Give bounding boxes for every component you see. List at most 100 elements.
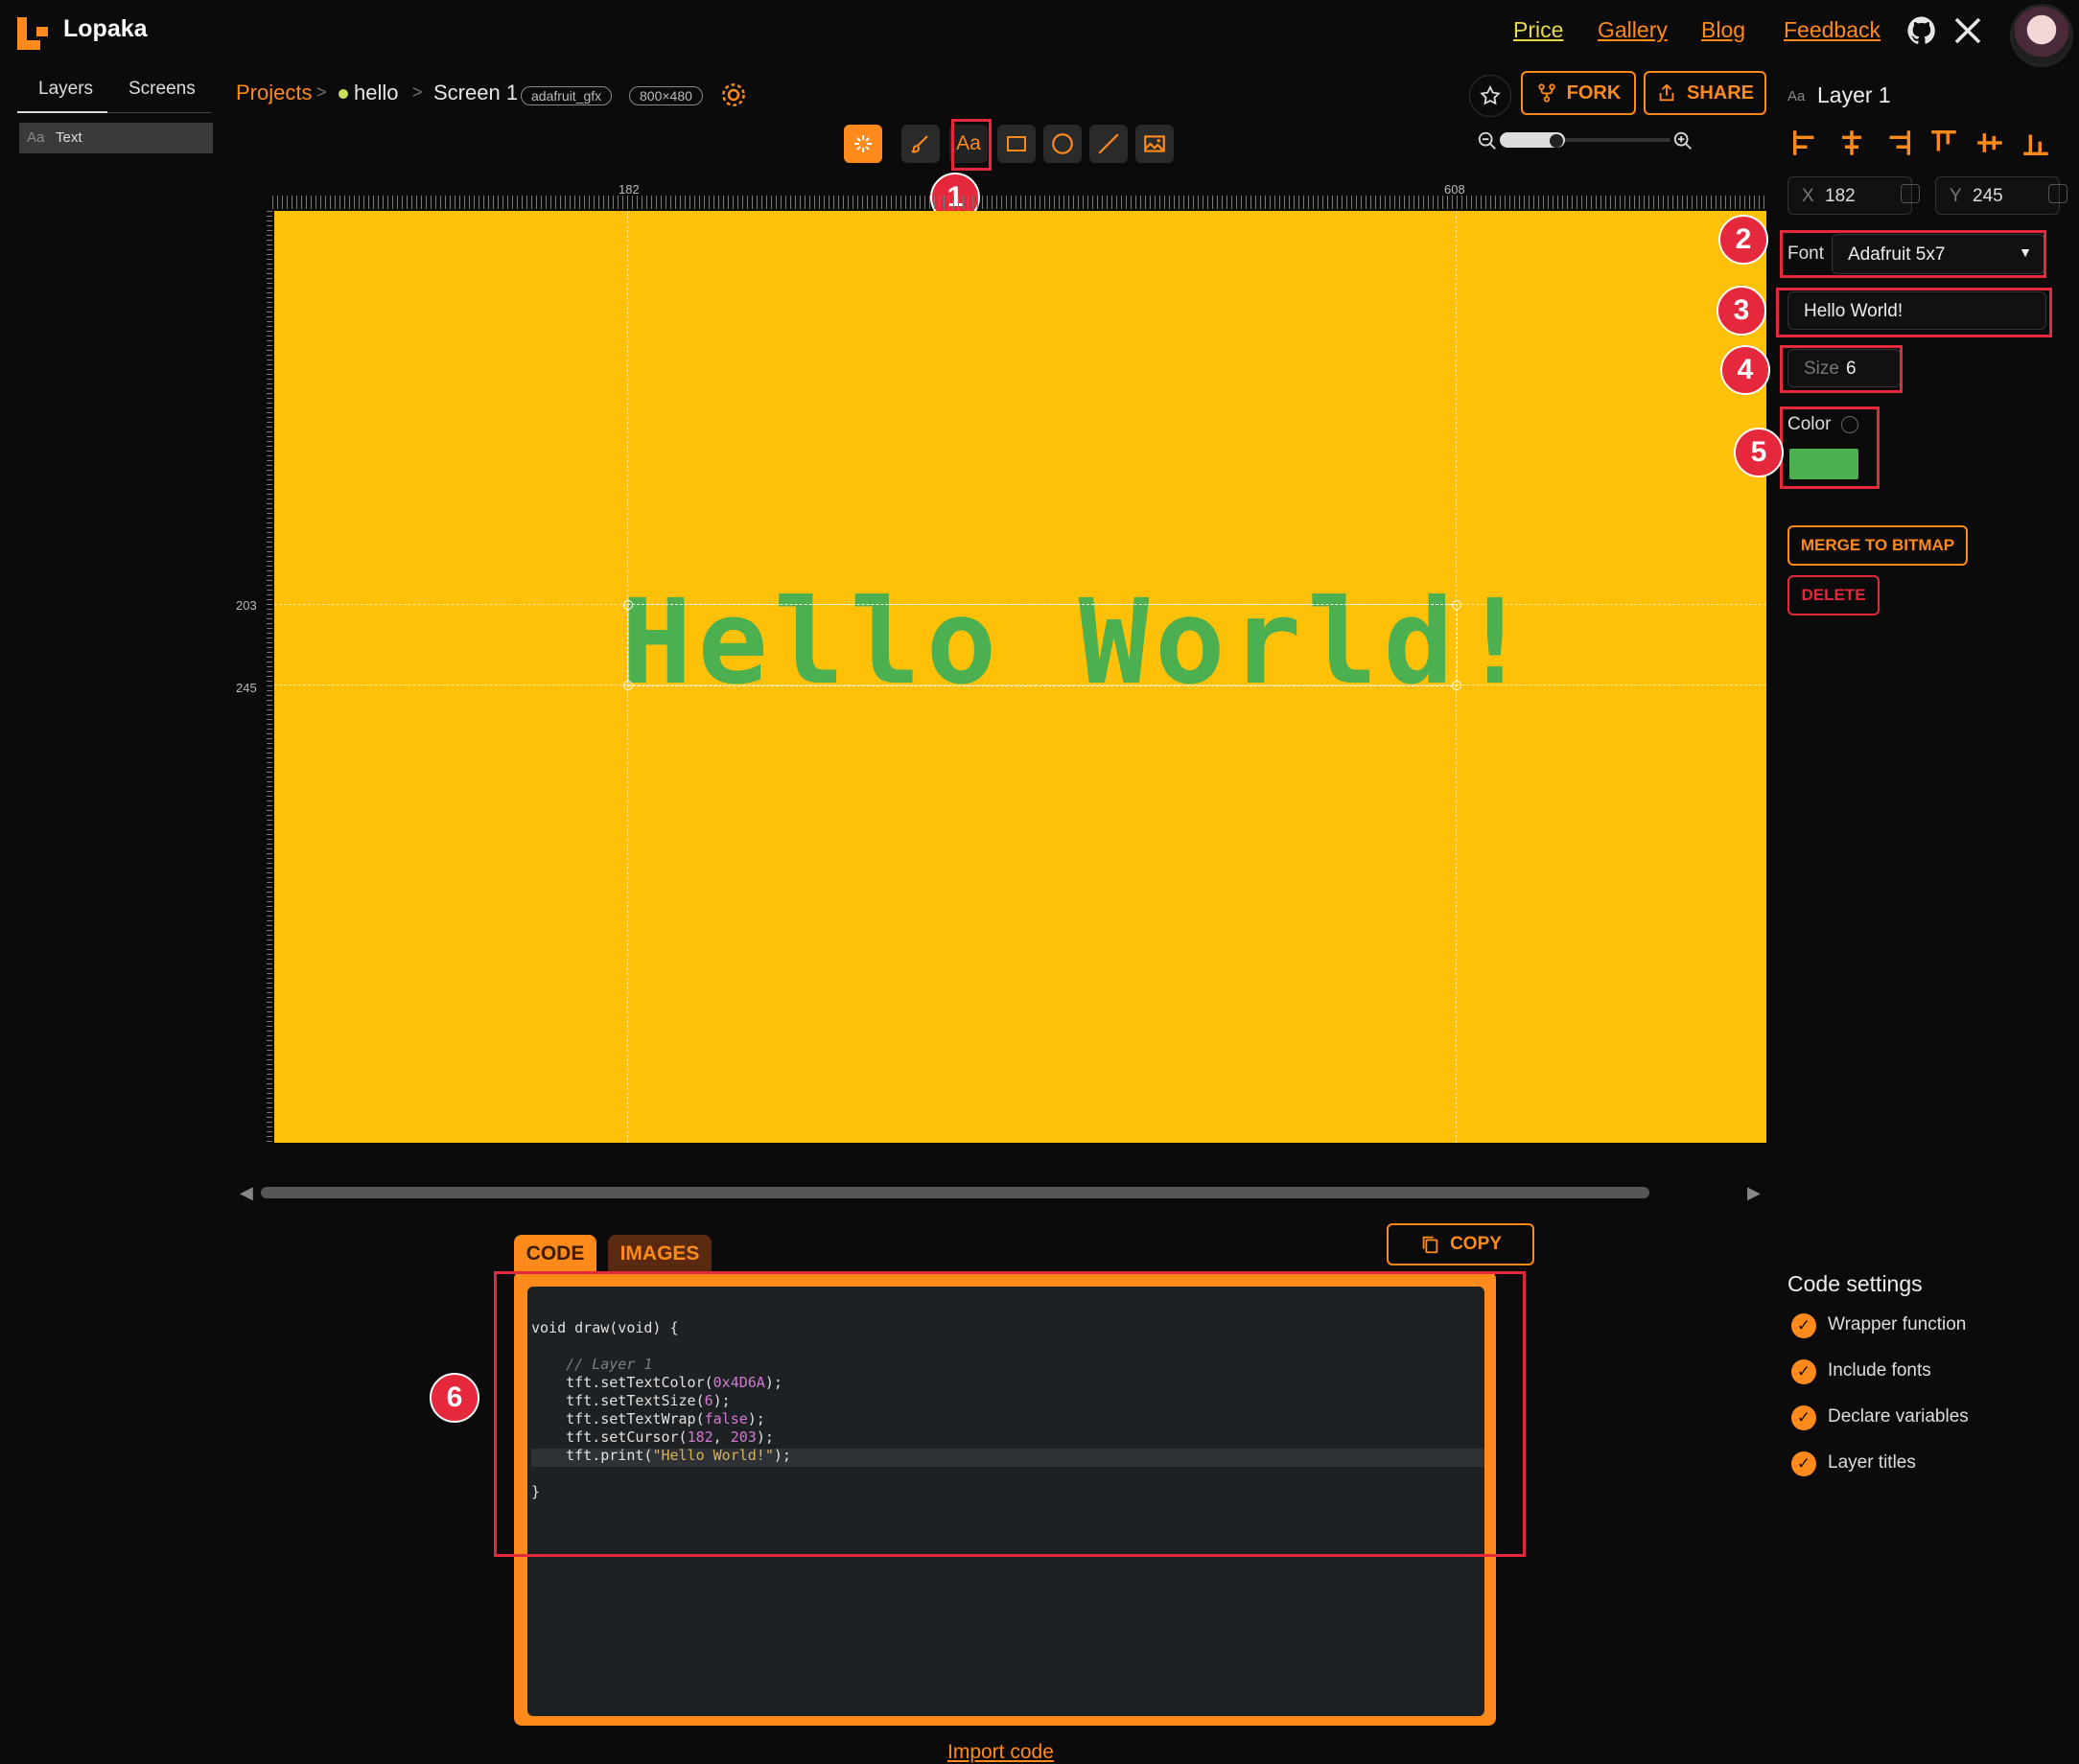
tab-layers[interactable]: Layers [38, 79, 93, 100]
annotation-badge-5: 5 [1734, 428, 1784, 477]
breadcrumb-separator: > [316, 82, 327, 102]
resize-handle[interactable] [623, 681, 633, 690]
active-tab-indicator [17, 111, 107, 113]
align-bottom-icon[interactable] [2020, 127, 2052, 159]
annotation-box-2 [1780, 230, 2046, 278]
declare-variables-checkbox[interactable]: ✓ [1791, 1405, 1816, 1430]
delete-label: DELETE [1801, 586, 1866, 604]
resolution-badge: 800×480 [629, 86, 703, 105]
resize-handle[interactable] [1452, 600, 1461, 610]
fork-button[interactable]: FORK [1521, 71, 1636, 115]
app-name: Lopaka [63, 15, 148, 42]
breadcrumb-separator: > [412, 82, 423, 102]
zoom-in-icon[interactable] [1672, 130, 1694, 151]
y-label: Y [1950, 186, 1962, 206]
star-button[interactable] [1469, 75, 1511, 117]
x-position-field[interactable]: X 182 [1787, 176, 1912, 215]
layer-titles-label: Layer titles [1828, 1452, 1916, 1473]
sparkle-cursor-icon [854, 135, 872, 152]
annotation-box-3 [1776, 288, 2052, 337]
merge-label: MERGE TO BITMAP [1800, 536, 1955, 554]
nav-gallery-link[interactable]: Gallery [1598, 17, 1668, 43]
line-tool-button[interactable] [1089, 125, 1128, 163]
copy-icon [1422, 1236, 1438, 1254]
include-fonts-checkbox[interactable]: ✓ [1791, 1359, 1816, 1384]
y-position-field[interactable]: Y 245 [1935, 176, 2060, 215]
brush-tool-button[interactable] [901, 125, 940, 163]
breadcrumb-projects[interactable]: Projects [236, 81, 312, 105]
share-button[interactable]: SHARE [1644, 71, 1766, 115]
align-center-horizontal-icon[interactable] [1835, 127, 1868, 159]
x-value: 182 [1825, 186, 1856, 206]
nav-price-link[interactable]: Price [1513, 17, 1563, 43]
layer-name: Text [56, 129, 82, 146]
annotation-badge-4: 4 [1720, 345, 1770, 395]
import-code-link[interactable]: Import code [947, 1741, 1054, 1764]
scroll-right-icon[interactable]: ▶ [1747, 1183, 1761, 1203]
select-tool-button[interactable] [844, 125, 882, 163]
align-left-icon[interactable] [1789, 127, 1822, 159]
github-icon[interactable] [1906, 15, 1937, 46]
y-link-icon[interactable] [2048, 184, 2067, 203]
ruler-y-bottom: 245 [236, 681, 257, 695]
annotation-box-4 [1780, 345, 1903, 393]
breadcrumb-project[interactable]: hello [354, 81, 398, 105]
tab-code[interactable]: CODE [514, 1235, 596, 1273]
image-tool-button[interactable] [1135, 125, 1174, 163]
copy-button[interactable]: COPY [1387, 1223, 1534, 1265]
share-icon [1659, 83, 1674, 102]
zoom-out-icon[interactable] [1477, 130, 1498, 151]
annotation-badge-2: 2 [1718, 215, 1768, 265]
wrapper-function-checkbox[interactable]: ✓ [1791, 1313, 1816, 1338]
align-top-icon[interactable] [1927, 127, 1960, 159]
declare-variables-label: Declare variables [1828, 1406, 1969, 1427]
horizontal-ruler [272, 196, 1766, 209]
annotation-box-6 [494, 1271, 1526, 1557]
scroll-left-icon[interactable]: ◀ [240, 1183, 253, 1203]
image-icon [1144, 135, 1165, 152]
annotation-box-1 [951, 119, 992, 171]
wrapper-function-label: Wrapper function [1828, 1314, 1967, 1335]
circle-icon [1052, 133, 1073, 154]
delete-button[interactable]: DELETE [1787, 575, 1880, 615]
resize-handle[interactable] [623, 600, 633, 610]
circle-tool-button[interactable] [1043, 125, 1082, 163]
fork-icon [1537, 83, 1555, 103]
lopaka-logo-icon [17, 17, 48, 50]
ruler-y-top: 203 [236, 598, 257, 613]
zoom-slider-handle[interactable] [1550, 134, 1563, 148]
vertical-ruler [267, 211, 272, 1143]
tab-images[interactable]: IMAGES [608, 1235, 712, 1273]
brush-icon [911, 135, 928, 153]
layer-list-item[interactable]: Aa Text [19, 123, 213, 153]
align-center-vertical-icon[interactable] [1974, 127, 2006, 159]
layer-titles-checkbox[interactable]: ✓ [1791, 1451, 1816, 1476]
settings-gear-icon[interactable] [719, 81, 748, 109]
code-settings-title: Code settings [1787, 1271, 1923, 1296]
ruler-x-end: 608 [1444, 182, 1465, 197]
align-right-icon[interactable] [1881, 127, 1914, 159]
project-status-dot [339, 89, 348, 99]
rectangle-icon [1007, 136, 1026, 151]
resize-handle[interactable] [1452, 681, 1461, 690]
merge-to-bitmap-button[interactable]: MERGE TO BITMAP [1787, 525, 1968, 566]
layer-type-icon: Aa [1787, 88, 1806, 104]
copy-label: COPY [1450, 1234, 1502, 1254]
x-twitter-icon[interactable] [1952, 15, 1983, 46]
library-badge: adafruit_gfx [521, 86, 613, 105]
nav-feedback-link[interactable]: Feedback [1784, 17, 1880, 43]
fork-label: FORK [1566, 81, 1622, 104]
annotation-badge-3: 3 [1717, 286, 1766, 336]
selection-box [627, 604, 1458, 686]
annotation-badge-6: 6 [430, 1373, 479, 1423]
nav-blog-link[interactable]: Blog [1701, 17, 1745, 43]
tab-screens[interactable]: Screens [128, 79, 196, 100]
user-avatar[interactable] [2010, 4, 2073, 67]
share-label: SHARE [1686, 81, 1754, 104]
star-icon [1480, 84, 1501, 105]
x-link-icon[interactable] [1901, 184, 1920, 203]
breadcrumb-screen[interactable]: Screen 1 [433, 81, 518, 105]
inspector-layer-name[interactable]: Layer 1 [1817, 82, 1891, 108]
rectangle-tool-button[interactable] [997, 125, 1036, 163]
horizontal-scrollbar[interactable] [261, 1187, 1649, 1198]
